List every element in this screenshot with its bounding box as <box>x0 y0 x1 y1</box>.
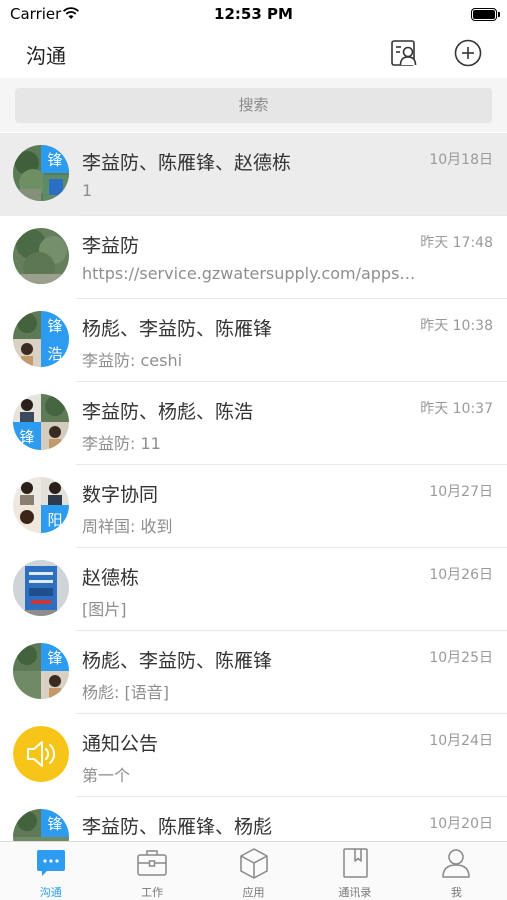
battery-icon <box>471 8 500 21</box>
conversation-time: 10月26日 <box>429 567 493 583</box>
conversation-item[interactable]: 锋 浩 杨彪、李益防、陈雁锋 昨天 10:38 李益防: ceshi <box>0 299 507 382</box>
cube-icon <box>239 848 268 879</box>
status-bar: Carrier 12:53 PM <box>0 0 507 30</box>
tab-label: 我 <box>450 886 462 899</box>
conversation-preview: https://service.gzwatersupply.com/apps… <box>82 264 416 283</box>
conversation-time: 10月27日 <box>429 484 493 500</box>
tab-apps[interactable]: 应用 <box>203 842 304 900</box>
conversation-time: 10月18日 <box>429 152 493 168</box>
conversation-preview: 周祥国: 收到 <box>82 517 173 536</box>
conversation-preview: 李益防: 11 <box>82 434 161 453</box>
conversation-item[interactable]: 锋 杨彪、李益防、陈雁锋 10月25日 杨彪: [语音] <box>0 631 507 714</box>
conversation-preview: [图片] <box>82 600 127 619</box>
svg-text:阳: 阳 <box>47 511 62 529</box>
conversation-item[interactable]: 锋 李益防、陈雁锋、杨彪 10月20日 <box>0 797 507 841</box>
group-avatar: 阳 <box>13 477 69 533</box>
conversation-name: 杨彪、李益防、陈雁锋 <box>82 650 273 672</box>
conversation-time: 昨天 10:38 <box>420 318 493 334</box>
conversation-item[interactable]: 锋 李益防、杨彪、陈浩 昨天 10:37 李益防: 11 <box>0 382 507 465</box>
conversation-name: 李益防、陈雁锋、赵德栋 <box>82 152 292 174</box>
tab-work[interactable]: 工作 <box>101 842 202 900</box>
svg-text:锋: 锋 <box>47 151 62 169</box>
svg-text:浩: 浩 <box>47 345 62 363</box>
contacts-icon[interactable] <box>389 37 421 69</box>
conversation-name: 李益防 <box>82 235 140 257</box>
briefcase-icon <box>137 850 167 876</box>
conversation-item[interactable]: 李益防 昨天 17:48 https://service.gzwatersupp… <box>0 216 507 299</box>
conversation-item[interactable]: 赵德栋 10月26日 [图片] <box>0 548 507 631</box>
conversation-time: 10月20日 <box>429 816 493 832</box>
conversation-time: 昨天 10:37 <box>420 401 493 417</box>
tab-bar: 沟通 工作 应用 通讯录 我 <box>0 841 507 900</box>
conversation-name: 李益防、杨彪、陈浩 <box>82 401 254 423</box>
conversation-preview: 1 <box>82 181 93 200</box>
group-avatar: 锋 <box>13 394 69 450</box>
add-icon[interactable] <box>452 37 484 69</box>
svg-text:锋: 锋 <box>47 317 62 335</box>
conversation-item[interactable]: 通知公告 10月24日 第一个 <box>0 714 507 797</box>
nav-bar: 沟通 <box>0 30 507 78</box>
conversation-preview: 李益防: ceshi <box>82 351 183 370</box>
tab-contacts[interactable]: 通讯录 <box>304 842 405 900</box>
chat-bubble-icon <box>36 850 65 876</box>
clock: 12:53 PM <box>214 5 293 23</box>
group-avatar: 锋 <box>13 809 69 841</box>
group-avatar: 锋 <box>13 643 69 699</box>
conversation-name: 数字协同 <box>82 484 159 506</box>
conversation-time: 10月24日 <box>429 733 493 749</box>
conversation-preview: 第一个 <box>82 766 131 785</box>
book-icon <box>343 848 368 878</box>
tab-label: 应用 <box>242 886 265 899</box>
svg-text:锋: 锋 <box>47 649 62 667</box>
tab-label: 通讯录 <box>338 886 372 899</box>
tab-label: 沟通 <box>39 886 62 899</box>
conversation-item[interactable]: 锋 李益防、陈雁锋、赵德栋 10月18日 1 <box>0 133 507 216</box>
speaker-icon <box>13 726 69 782</box>
tab-label: 工作 <box>141 886 164 899</box>
conversation-name: 杨彪、李益防、陈雁锋 <box>82 318 273 340</box>
conversation-list[interactable]: 锋 李益防、陈雁锋、赵德栋 10月18日 1 李益防 昨天 17:48 http… <box>0 133 507 841</box>
person-icon <box>442 849 471 878</box>
conversation-item[interactable]: 阳 数字协同 10月27日 周祥国: 收到 <box>0 465 507 548</box>
page-title: 沟通 <box>26 44 66 68</box>
avatar <box>13 228 69 284</box>
conversation-name: 李益防、陈雁锋、杨彪 <box>82 816 273 838</box>
conversation-preview: 杨彪: [语音] <box>82 683 169 702</box>
conversation-time: 昨天 17:48 <box>420 235 493 251</box>
tab-me[interactable]: 我 <box>406 842 507 900</box>
tab-chat[interactable]: 沟通 <box>0 842 101 900</box>
avatar <box>13 560 69 616</box>
svg-text:锋: 锋 <box>47 815 62 833</box>
conversation-name: 赵德栋 <box>82 567 140 589</box>
conversation-time: 10月25日 <box>429 650 493 666</box>
search-bar: 搜索 <box>0 78 507 132</box>
group-avatar: 锋 浩 <box>13 311 69 367</box>
group-avatar: 锋 <box>13 145 69 201</box>
conversation-name: 通知公告 <box>82 733 159 755</box>
svg-text:锋: 锋 <box>19 428 34 446</box>
search-input[interactable]: 搜索 <box>15 88 492 123</box>
